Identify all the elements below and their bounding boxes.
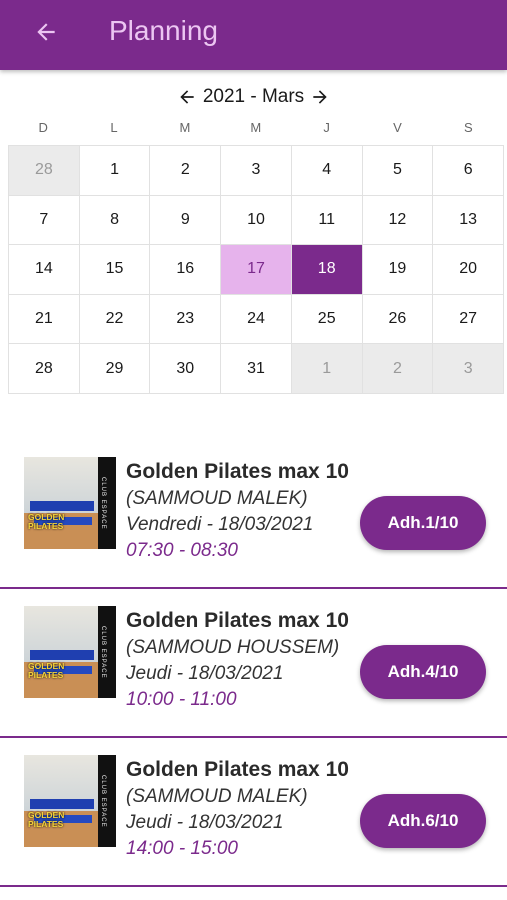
thumbnail-mat [30, 799, 94, 809]
calendar-day[interactable]: 28 [9, 146, 80, 196]
calendar-day[interactable]: 13 [433, 195, 504, 246]
calendar-day[interactable]: 9 [150, 195, 222, 246]
session-date: Jeudi - 18/03/2021 [126, 812, 284, 833]
session-booking-button[interactable]: Adh.4/10 [360, 645, 486, 699]
calendar-day[interactable]: 11 [291, 195, 363, 246]
calendar-day-selected[interactable]: 18 [291, 245, 363, 295]
session-card[interactable]: GOLDEN PILATES CLUB ESPACE Golden Pilates … [0, 738, 507, 887]
session-time: 14:00 - 15:00 [126, 838, 238, 859]
weekday-label: L [110, 120, 119, 135]
weekday-label: D [38, 120, 49, 135]
calendar-day[interactable]: 30 [150, 344, 222, 394]
thumbnail-mat [30, 650, 94, 660]
arrow-left-icon [37, 23, 55, 41]
calendar-day[interactable]: 2 [150, 146, 222, 196]
calendar-day[interactable]: 10 [221, 195, 292, 246]
thumbnail-brand: GOLDEN PILATES [28, 661, 65, 680]
session-time: 10:00 - 11:00 [126, 689, 237, 710]
weekday-label: J [323, 120, 331, 135]
session-title: Golden Pilates max 10 [126, 758, 349, 781]
session-booking-button[interactable]: Adh.6/10 [360, 794, 486, 848]
calendar-day[interactable]: 4 [291, 146, 363, 196]
weekday-header: DLMMJVS [8, 120, 504, 135]
thumbnail-club-label: CLUB ESPACE [100, 626, 106, 679]
thumbnail-brand: GOLDEN PILATES [28, 810, 65, 829]
session-title: Golden Pilates max 10 [126, 609, 349, 632]
session-title: Golden Pilates max 10 [126, 460, 349, 483]
calendar-day[interactable]: 6 [433, 146, 504, 196]
calendar-day[interactable]: 26 [362, 294, 434, 345]
weekday-label: M [179, 120, 191, 135]
calendar-day[interactable]: 25 [291, 294, 363, 345]
weekday-label: M [250, 120, 262, 135]
calendar-day[interactable]: 16 [150, 245, 222, 295]
calendar-day[interactable]: 29 [79, 344, 151, 394]
calendar-day[interactable]: 21 [9, 294, 80, 345]
calendar-day[interactable]: 20 [433, 245, 504, 295]
session-thumbnail: GOLDEN PILATES CLUB ESPACE [24, 755, 116, 847]
session-card[interactable]: GOLDEN PILATES CLUB ESPACE Golden Pilates … [0, 589, 507, 738]
page-title: Planning [109, 15, 218, 46]
thumbnail-club-label: CLUB ESPACE [100, 775, 106, 828]
session-thumbnail: GOLDEN PILATES CLUB ESPACE [24, 457, 116, 549]
month-navigator: 2021 - Mars [0, 84, 507, 110]
calendar-day[interactable]: 2 [362, 344, 434, 394]
app-bar: Planning [0, 0, 507, 70]
session-list: GOLDEN PILATES CLUB ESPACE Golden Pilates … [0, 440, 507, 887]
calendar-day[interactable]: 27 [433, 294, 504, 345]
calendar-day[interactable]: 23 [150, 294, 222, 345]
calendar-day[interactable]: 14 [9, 245, 80, 295]
weekday-label: S [463, 120, 474, 135]
calendar-day[interactable]: 1 [291, 344, 363, 394]
calendar-day[interactable]: 5 [362, 146, 434, 196]
calendar-day[interactable]: 15 [79, 245, 151, 295]
calendar-day[interactable]: 8 [79, 195, 151, 246]
calendar-day[interactable]: 3 [221, 146, 292, 196]
session-coach: (SAMMOUD MALEK) [126, 488, 308, 509]
calendar-grid: 28 1 2 3 4 5 6 7 8 9 10 11 12 13 14 15 16 17 18 19 20 21 22 23 2… [8, 145, 504, 394]
calendar-day[interactable]: 24 [221, 294, 292, 345]
calendar-day[interactable]: 22 [79, 294, 151, 345]
session-time: 07:30 - 08:30 [126, 540, 238, 561]
thumbnail-brand: GOLDEN PILATES [28, 512, 65, 531]
calendar-day[interactable]: 19 [362, 245, 434, 295]
session-card[interactable]: GOLDEN PILATES CLUB ESPACE Golden Pilates … [0, 440, 507, 589]
session-thumbnail: GOLDEN PILATES CLUB ESPACE [24, 606, 116, 698]
back-button[interactable] [28, 14, 64, 50]
calendar-day[interactable]: 7 [9, 195, 80, 246]
calendar-day[interactable]: 28 [9, 344, 80, 394]
session-booking-button[interactable]: Adh.1/10 [360, 496, 486, 550]
calendar-day[interactable]: 12 [362, 195, 434, 246]
arrow-right-icon [313, 90, 327, 104]
previous-month-button[interactable] [177, 87, 197, 107]
month-label: 2021 - Mars [202, 86, 305, 107]
calendar-day[interactable]: 3 [433, 344, 504, 394]
calendar-day[interactable]: 31 [221, 344, 292, 394]
session-coach: (SAMMOUD MALEK) [126, 786, 308, 807]
session-date: Vendredi - 18/03/2021 [126, 514, 314, 535]
calendar-day-today[interactable]: 17 [221, 245, 292, 295]
session-date: Jeudi - 18/03/2021 [126, 663, 284, 684]
divider [0, 885, 507, 887]
weekday-label: V [393, 120, 403, 135]
next-month-button[interactable] [310, 87, 330, 107]
session-coach: (SAMMOUD HOUSSEM) [126, 637, 340, 658]
arrow-left-icon [180, 90, 194, 104]
calendar-day[interactable]: 1 [79, 146, 151, 196]
thumbnail-mat [30, 501, 94, 511]
thumbnail-club-label: CLUB ESPACE [100, 477, 106, 530]
